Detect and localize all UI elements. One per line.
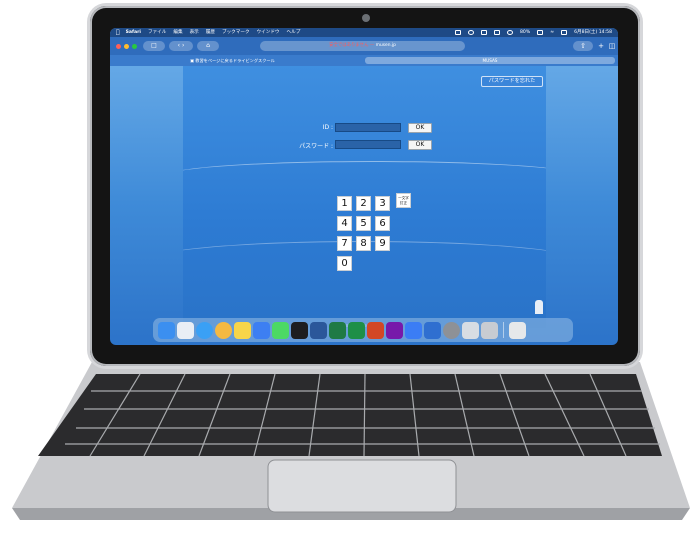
grid-icon[interactable] <box>481 30 487 35</box>
tab-overview-icon[interactable]: ◫ <box>607 41 617 51</box>
user-icon[interactable] <box>507 30 513 35</box>
menu-bookmarks[interactable]: ブックマーク <box>222 28 250 37</box>
forgot-password-button[interactable]: パスワードを忘れた <box>481 76 543 87</box>
menu-window[interactable]: ウインドウ <box>257 28 280 37</box>
id-input[interactable] <box>335 123 401 132</box>
minimize-window-icon[interactable] <box>124 43 129 49</box>
launchpad-icon[interactable] <box>177 321 194 339</box>
password-ok-button[interactable]: OK <box>408 140 432 150</box>
wifi-icon[interactable]: ≈ <box>550 28 554 37</box>
sidebar-toggle-icon[interactable]: □ <box>143 41 165 51</box>
app-store-icon[interactable] <box>405 321 422 339</box>
input-icon[interactable] <box>494 30 500 35</box>
menu-clock[interactable]: 6月8日(土) 14:58 <box>574 28 612 37</box>
word-icon[interactable] <box>310 321 327 339</box>
powerpoint-icon[interactable] <box>367 321 384 339</box>
password-label: パスワード : <box>299 143 333 150</box>
battery-icon[interactable] <box>537 30 544 35</box>
keypad-key-1[interactable]: 1 <box>337 196 352 211</box>
url-domain: musen.jp <box>375 43 396 48</box>
screen:  Safari ファイル 編集 表示 履歴 ブックマーク ウインドウ ヘルプ … <box>110 28 618 345</box>
insecure-warning: 安全ではありません <box>329 43 369 48</box>
photos-icon[interactable] <box>215 321 232 339</box>
keypad-fix-key[interactable]: 一文字訂正 <box>396 193 411 208</box>
camera-icon <box>362 14 370 22</box>
instruments-icon[interactable] <box>424 321 441 339</box>
address-bar[interactable]: 安全ではありません — musen.jp <box>260 41 465 51</box>
messages-icon[interactable] <box>272 321 289 339</box>
notes-icon[interactable] <box>234 321 251 339</box>
password-input[interactable] <box>335 140 401 149</box>
id-label: ID : <box>322 124 333 131</box>
finder-window-icon[interactable] <box>481 321 498 339</box>
keypad-key-6[interactable]: 6 <box>375 216 390 231</box>
dock <box>153 318 573 342</box>
desktop-widget-icon <box>535 300 543 314</box>
menu-bar:  Safari ファイル 編集 表示 履歴 ブックマーク ウインドウ ヘルプ … <box>110 28 618 37</box>
apple-menu-icon[interactable]:  <box>116 28 120 37</box>
menu-edit[interactable]: 編集 <box>173 28 182 37</box>
finder-icon[interactable] <box>158 321 175 339</box>
menu-app-name[interactable]: Safari <box>126 28 141 37</box>
home-icon[interactable]: ⌂ <box>197 41 219 51</box>
keypad-key-8[interactable]: 8 <box>356 236 371 251</box>
tab-musas[interactable]: MUSAS <box>365 57 615 64</box>
login-page: パスワードを忘れた ID : OK パスワード : OK 1 2 3 一文字訂正… <box>183 66 546 328</box>
battery-percent[interactable]: 80% <box>520 28 530 37</box>
control-center-icon[interactable] <box>561 30 568 35</box>
trash-icon[interactable] <box>509 321 526 339</box>
dock-separator <box>503 322 504 338</box>
preview-icon[interactable] <box>462 321 479 339</box>
menu-history[interactable]: 履歴 <box>206 28 215 37</box>
excel-icon[interactable] <box>329 321 346 339</box>
menu-view[interactable]: 表示 <box>190 28 199 37</box>
safari-icon[interactable] <box>196 321 213 339</box>
keypad-key-0[interactable]: 0 <box>337 256 352 271</box>
back-forward-icon[interactable]: ‹ › <box>169 41 193 51</box>
onenote-icon[interactable] <box>386 321 403 339</box>
tab-driving-school[interactable]: ▣ 教習をページに戻るドライビングスクール <box>190 55 350 66</box>
id-ok-button[interactable]: OK <box>408 123 432 133</box>
menu-help[interactable]: ヘルプ <box>287 28 301 37</box>
tab-title: 教習をページに戻るドライビングスクール <box>195 58 275 63</box>
display-icon[interactable] <box>455 30 461 35</box>
keypad-key-7[interactable]: 7 <box>337 236 352 251</box>
keypad-key-3[interactable]: 3 <box>375 196 390 211</box>
mail-icon[interactable] <box>253 321 270 339</box>
numbers-icon[interactable] <box>348 321 365 339</box>
keypad-key-5[interactable]: 5 <box>356 216 371 231</box>
keypad-key-9[interactable]: 9 <box>375 236 390 251</box>
safari-toolbar: □ ‹ › ⌂ 安全ではありません — musen.jp ⇧ + ◫ <box>110 37 618 55</box>
keypad-key-2[interactable]: 2 <box>356 196 371 211</box>
close-window-icon[interactable] <box>116 43 121 49</box>
background-wave <box>183 161 546 192</box>
menu-file[interactable]: ファイル <box>148 28 166 37</box>
new-tab-icon[interactable]: + <box>596 41 606 51</box>
facetime-icon[interactable] <box>291 321 308 339</box>
keypad-key-4[interactable]: 4 <box>337 216 352 231</box>
screen-record-icon[interactable] <box>468 30 474 35</box>
zoom-window-icon[interactable] <box>132 43 137 49</box>
tab-strip: ▣ 教習をページに戻るドライビングスクール MUSAS <box>110 55 618 66</box>
system-settings-icon[interactable] <box>443 321 460 339</box>
share-icon[interactable]: ⇧ <box>573 41 593 51</box>
